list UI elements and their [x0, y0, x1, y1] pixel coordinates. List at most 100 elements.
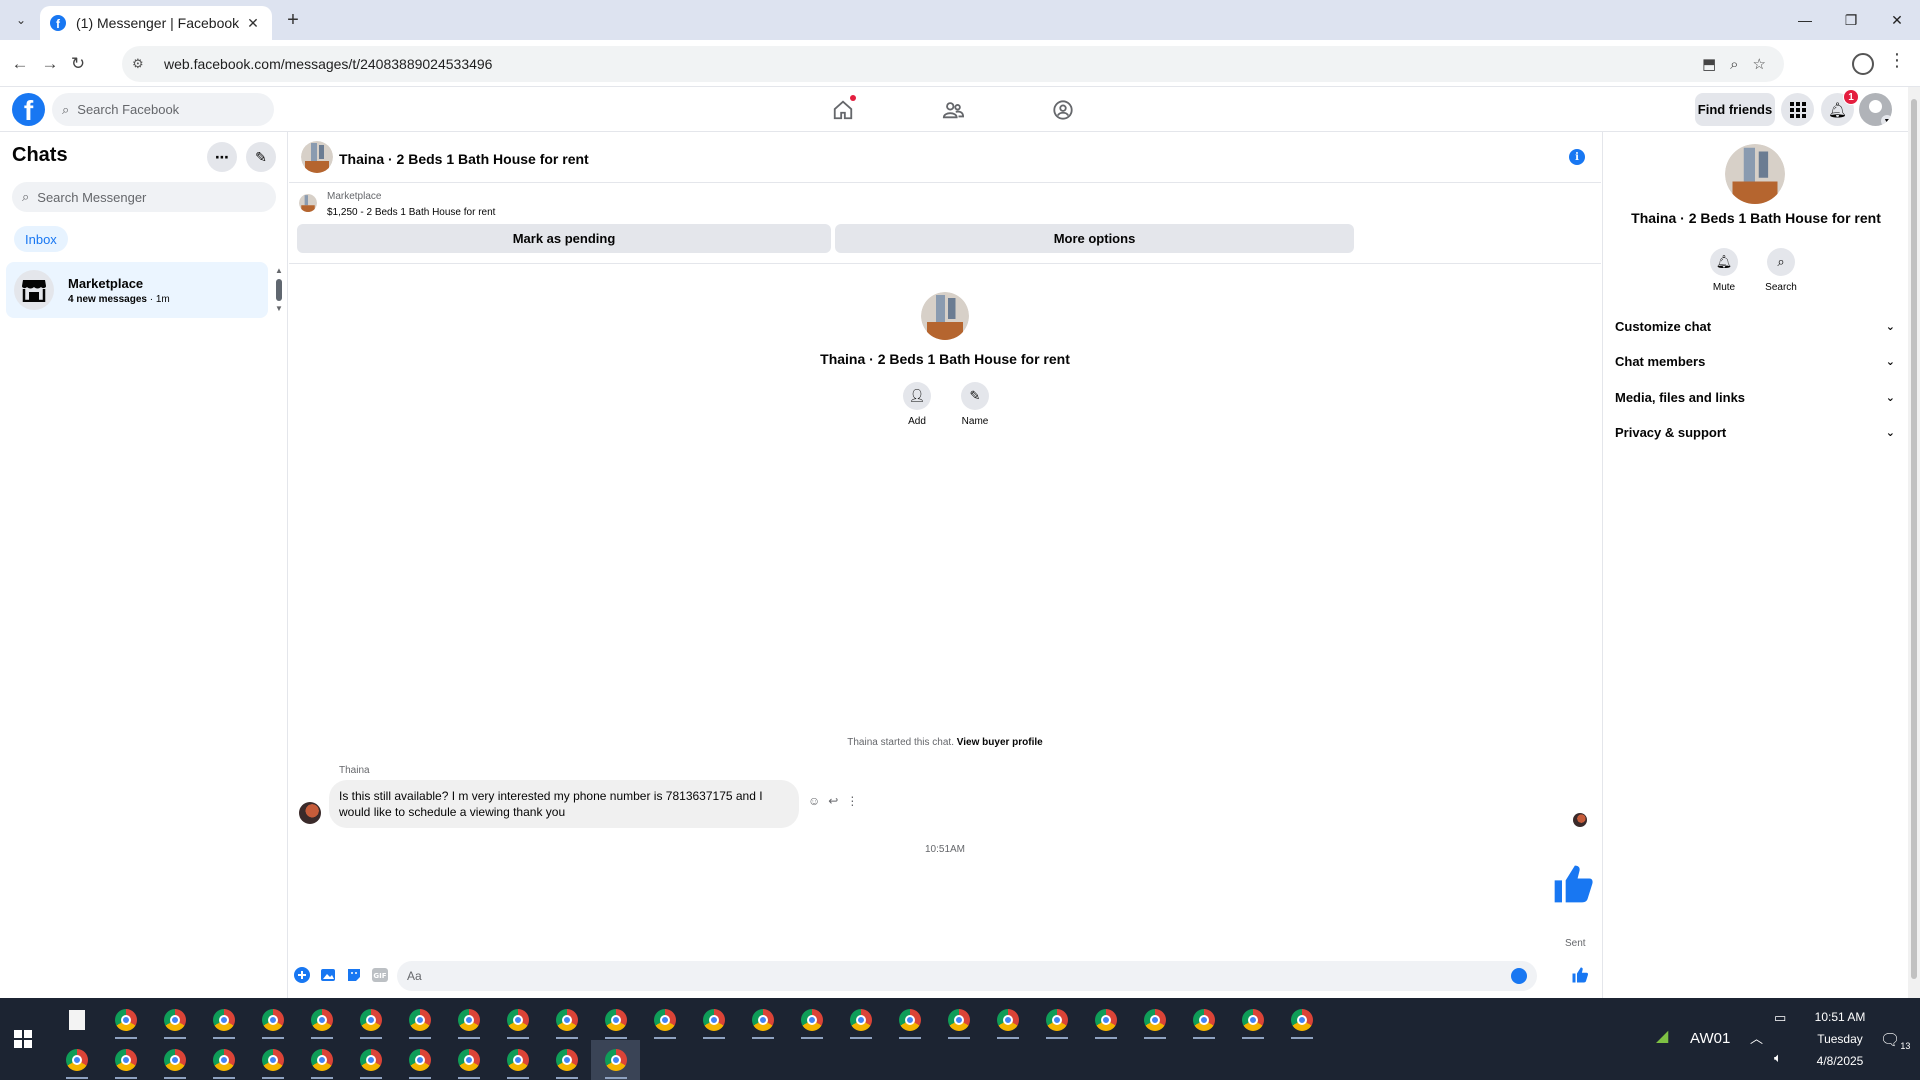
sender-avatar[interactable] [299, 802, 321, 824]
taskbar-browser-app[interactable] [738, 1000, 787, 1040]
taskbar-browser-app[interactable] [248, 1000, 297, 1040]
home-nav-button[interactable] [826, 93, 860, 127]
show-hidden-icons-chevron-icon[interactable]: ︿ [1750, 1028, 1763, 1047]
name-chat-button[interactable]: ✎ Name [956, 382, 994, 427]
tab-close-icon[interactable]: ✕ [244, 15, 262, 32]
taskbar-browser-app[interactable] [591, 1000, 640, 1040]
taskbar-browser-app[interactable] [591, 1040, 640, 1080]
network-signal-icon[interactable]: ◢ [1656, 1026, 1668, 1046]
customize-chat-section[interactable]: Customize chat ⌄ [1615, 312, 1905, 340]
taskbar-browser-app[interactable] [346, 1000, 395, 1040]
display-icon[interactable]: ▭ [1774, 1010, 1786, 1026]
sidebar-scrollbar-thumb[interactable] [276, 279, 282, 301]
sidebar-scroll-up-icon[interactable]: ▲ [275, 266, 283, 275]
address-bar[interactable]: ⚙ web.facebook.com/messages/t/2408388902… [122, 46, 1784, 82]
taskbar-browser-app[interactable] [983, 1000, 1032, 1040]
sticker-icon[interactable] [345, 966, 363, 984]
more-actions-plus-icon[interactable] [293, 966, 311, 984]
taskbar-browser-app[interactable] [150, 1040, 199, 1080]
page-scrollbar[interactable] [1908, 87, 1920, 998]
listing-thumbnail[interactable] [299, 194, 317, 212]
privacy-support-section[interactable]: Privacy & support ⌄ [1615, 418, 1905, 446]
taskbar-browser-app[interactable] [493, 1040, 542, 1080]
taskbar-browser-app[interactable] [444, 1040, 493, 1080]
taskbar-browser-app[interactable] [395, 1040, 444, 1080]
volume-icon[interactable]: 🔈︎ [1774, 1050, 1782, 1066]
sidebar-scroll-down-icon[interactable]: ▼ [275, 304, 283, 313]
emoji-icon[interactable] [1511, 968, 1527, 984]
menu-grid-button[interactable] [1781, 93, 1814, 126]
mute-button[interactable]: 🔔︎ Mute [1699, 248, 1749, 293]
taskbar-browser-app[interactable] [52, 1040, 101, 1080]
taskbar-browser-app[interactable] [395, 1000, 444, 1040]
close-window-icon[interactable]: ✕ [1874, 0, 1920, 40]
view-buyer-profile-link[interactable]: View buyer profile [957, 737, 1043, 748]
taskbar-browser-app[interactable] [150, 1000, 199, 1040]
facebook-search-input[interactable]: ⌕ Search Facebook [52, 93, 274, 126]
browser-profile-icon[interactable] [1852, 53, 1874, 75]
chat-list-item-marketplace[interactable]: Marketplace 4 new messages · 1m [6, 262, 268, 318]
taskbar-browser-app[interactable] [934, 1000, 983, 1040]
reload-icon[interactable]: ↻ [66, 52, 90, 76]
add-people-button[interactable]: 👤︎ Add [898, 382, 936, 427]
chat-members-section[interactable]: Chat members ⌄ [1615, 347, 1905, 375]
more-options-button[interactable]: More options [835, 224, 1354, 253]
conversation-title[interactable]: Thaina · 2 Beds 1 Bath House for rent [339, 151, 589, 167]
system-clock[interactable]: 10:51 AM Tuesday 4/8/2025 [1800, 1006, 1880, 1072]
messenger-search-input[interactable]: ⌕ Search Messenger [12, 182, 276, 212]
incoming-message-bubble[interactable]: Is this still available? I m very intere… [329, 780, 799, 828]
notification-center-icon[interactable]: 🗨︎13 [1880, 1030, 1910, 1051]
reply-arrow-icon[interactable]: ↩ [828, 794, 838, 808]
taskbar-browser-app[interactable] [101, 1040, 150, 1080]
taskbar-browser-app[interactable] [836, 1000, 885, 1040]
groups-nav-button[interactable] [1046, 93, 1080, 127]
intro-avatar[interactable] [921, 292, 969, 340]
site-info-icon[interactable]: ⚙ [132, 56, 154, 72]
minimize-icon[interactable]: — [1782, 0, 1828, 40]
taskbar-browser-app[interactable] [1032, 1000, 1081, 1040]
taskbar-file-app[interactable] [52, 1000, 101, 1040]
zoom-icon[interactable]: ⌕ [1730, 56, 1738, 73]
attach-photo-icon[interactable] [319, 966, 337, 984]
taskbar-browser-app[interactable] [640, 1000, 689, 1040]
message-input[interactable]: Aa [397, 961, 1537, 991]
taskbar-browser-app[interactable] [444, 1000, 493, 1040]
taskbar-browser-app[interactable] [346, 1040, 395, 1080]
conversation-info-icon[interactable]: i [1569, 149, 1585, 165]
taskbar-browser-app[interactable] [542, 1000, 591, 1040]
network-label[interactable]: AW01 [1690, 1030, 1730, 1047]
taskbar-browser-app[interactable] [542, 1040, 591, 1080]
facebook-logo-icon[interactable]: f [12, 93, 45, 126]
find-friends-button[interactable]: Find friends [1695, 93, 1775, 126]
chat-options-button[interactable]: ⋯ [207, 142, 237, 172]
taskbar-browser-app[interactable] [297, 1000, 346, 1040]
taskbar-browser-app[interactable] [248, 1040, 297, 1080]
media-files-links-section[interactable]: Media, files and links ⌄ [1615, 383, 1905, 411]
taskbar-browser-app[interactable] [689, 1000, 738, 1040]
taskbar-browser-app[interactable] [493, 1000, 542, 1040]
message-more-icon[interactable]: ⋮ [846, 794, 858, 808]
page-scrollbar-thumb[interactable] [1911, 99, 1917, 979]
taskbar-browser-app[interactable] [787, 1000, 836, 1040]
inbox-filter-tab[interactable]: Inbox [14, 226, 68, 252]
taskbar-browser-app[interactable] [297, 1040, 346, 1080]
tab-search-chevron-icon[interactable]: ⌄ [10, 9, 32, 31]
taskbar-browser-app[interactable] [1179, 1000, 1228, 1040]
install-app-icon[interactable]: ⬒ [1702, 55, 1716, 73]
browser-menu-icon[interactable]: ⋮ [1888, 50, 1906, 71]
taskbar-browser-app[interactable] [1130, 1000, 1179, 1040]
new-message-button[interactable]: ✎ [246, 142, 276, 172]
taskbar-browser-app[interactable] [1081, 1000, 1130, 1040]
restore-icon[interactable]: ❐ [1828, 0, 1874, 40]
like-thumbs-up-icon[interactable] [1571, 966, 1589, 984]
taskbar-browser-app[interactable] [885, 1000, 934, 1040]
taskbar-browser-app[interactable] [199, 1040, 248, 1080]
windows-start-icon[interactable] [14, 1030, 32, 1048]
react-smiley-icon[interactable]: ☺ [808, 794, 820, 808]
conversation-avatar[interactable] [301, 141, 333, 173]
taskbar-browser-app[interactable] [101, 1000, 150, 1040]
browser-tab-messenger[interactable]: f (1) Messenger | Facebook ✕ [40, 6, 272, 40]
notifications-button[interactable]: 🔔︎ 1 [1821, 89, 1859, 126]
listing-price-title[interactable]: $1,250 - 2 Beds 1 Bath House for rent [327, 207, 495, 218]
friends-nav-button[interactable] [936, 93, 970, 127]
